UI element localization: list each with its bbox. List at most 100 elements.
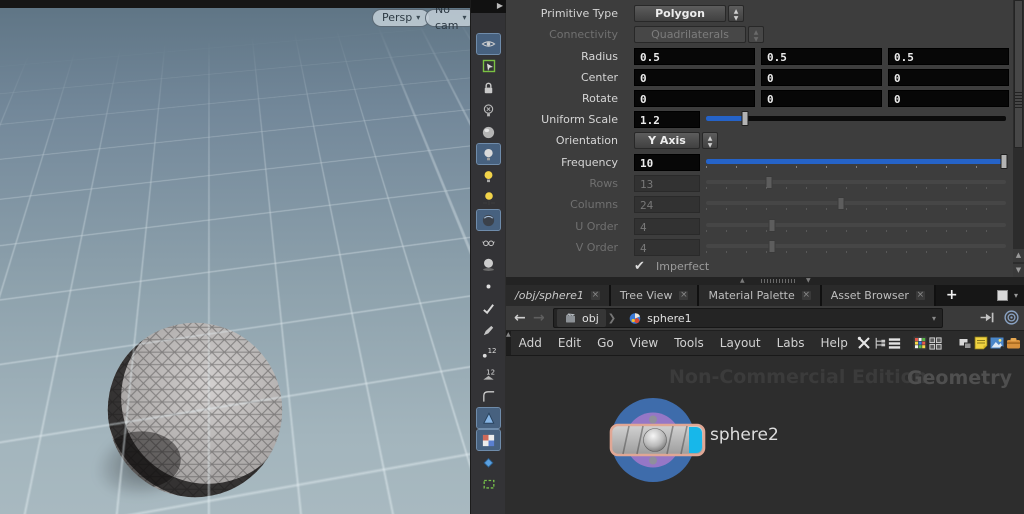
radius-x-field[interactable]: 0.5 bbox=[634, 47, 755, 65]
panels-icon[interactable] bbox=[957, 334, 973, 352]
back-arrow-icon[interactable]: ← bbox=[514, 310, 526, 326]
imperfect-checkbox[interactable]: ✔ bbox=[634, 259, 649, 274]
layout-grid-icon[interactable] bbox=[928, 334, 943, 352]
divider-grip[interactable] bbox=[761, 279, 795, 283]
scrollbar-thumb[interactable] bbox=[1014, 0, 1023, 148]
u-order-slider bbox=[706, 219, 1006, 232]
new-tab-button[interactable]: + bbox=[936, 285, 968, 306]
path-dropdown-icon[interactable]: ▾ bbox=[932, 314, 942, 323]
image-icon[interactable] bbox=[989, 334, 1005, 352]
uniform-scale-slider[interactable] bbox=[706, 111, 1006, 126]
close-icon[interactable]: × bbox=[590, 291, 600, 300]
uniform-scale-field[interactable]: 1.2 bbox=[634, 110, 700, 128]
menu-go[interactable]: Go bbox=[589, 336, 622, 350]
close-icon[interactable]: × bbox=[915, 291, 925, 300]
material-sphere-icon[interactable] bbox=[476, 209, 501, 231]
camera-selector[interactable]: No cam ▾ bbox=[425, 3, 470, 32]
scroll-up-button[interactable]: ▲ bbox=[1013, 249, 1024, 262]
visibility-eye-icon[interactable] bbox=[476, 33, 501, 55]
tab-material-palette[interactable]: Material Palette × bbox=[699, 285, 822, 306]
rotate-x-field[interactable]: 0 bbox=[634, 89, 755, 107]
color-palette-icon[interactable] bbox=[912, 334, 928, 352]
network-path-bar: ← → obj ❯ sphere1 ▾ bbox=[506, 306, 1024, 331]
orientation-dropdown[interactable]: Y Axis bbox=[634, 131, 700, 149]
scroll-down-button[interactable]: ▼ bbox=[1013, 264, 1024, 277]
node-name-label[interactable]: sphere2 bbox=[710, 425, 779, 445]
tab-obj-sphere1[interactable]: /obj/sphere1 × bbox=[506, 285, 611, 306]
close-icon[interactable]: × bbox=[801, 291, 811, 300]
cone-handle-icon[interactable] bbox=[476, 407, 501, 429]
tab-menu-arrow-icon[interactable]: ▾ bbox=[1014, 291, 1018, 300]
scene-viewport[interactable]: Persp ▾ No cam ▾ bbox=[0, 0, 470, 514]
follow-target-icon[interactable] bbox=[1003, 309, 1020, 326]
curve-corner-icon[interactable] bbox=[477, 386, 500, 406]
menu-tools[interactable]: Tools bbox=[666, 336, 712, 350]
radius-y-field[interactable]: 0.5 bbox=[761, 47, 882, 65]
tools-icon[interactable] bbox=[856, 334, 872, 352]
frequency-field[interactable]: 10 bbox=[634, 153, 700, 171]
toolbar-expand-arrow[interactable]: ▶ bbox=[471, 0, 506, 13]
sphere2-node[interactable] bbox=[603, 392, 721, 488]
pane-layout-icon[interactable] bbox=[996, 290, 1008, 301]
pane-divider[interactable]: ▲ ▼ bbox=[506, 277, 1024, 285]
menu-view[interactable]: View bbox=[622, 336, 666, 350]
select-box-icon[interactable] bbox=[477, 56, 500, 76]
sticky-note-icon[interactable] bbox=[973, 334, 989, 352]
connectivity-dropdown: Quadrilaterals bbox=[634, 25, 746, 43]
node-input-dot[interactable] bbox=[649, 415, 657, 424]
headlight-icon[interactable] bbox=[476, 143, 501, 165]
light-move-icon[interactable] bbox=[477, 188, 500, 208]
perspective-selector[interactable]: Persp ▾ bbox=[372, 9, 431, 27]
shadow-sphere-icon[interactable] bbox=[477, 254, 500, 274]
radius-z-field[interactable]: 0.5 bbox=[888, 47, 1009, 65]
path-field[interactable]: obj ❯ sphere1 ▾ bbox=[553, 308, 943, 328]
primitive-numbers-icon[interactable]: 12 bbox=[477, 364, 500, 384]
brush-check-icon[interactable] bbox=[477, 298, 500, 318]
menu-layout[interactable]: Layout bbox=[712, 336, 769, 350]
menu-help[interactable]: Help bbox=[813, 336, 856, 350]
primitive-type-spinner[interactable]: ▲ ▼ bbox=[728, 4, 744, 22]
pin-icon[interactable] bbox=[979, 309, 996, 326]
divider-collapse-down-icon[interactable]: ▼ bbox=[806, 277, 811, 285]
tab-asset-browser[interactable]: Asset Browser × bbox=[821, 285, 936, 306]
parameters-scrollbar[interactable]: ▲ ▼ bbox=[1013, 0, 1024, 277]
group-box-icon[interactable] bbox=[477, 474, 500, 494]
menu-labs[interactable]: Labs bbox=[769, 336, 813, 350]
toolbox-icon[interactable] bbox=[1005, 334, 1022, 352]
center-x-field[interactable]: 0 bbox=[634, 68, 755, 86]
frequency-slider[interactable] bbox=[706, 154, 1008, 169]
point-light-icon[interactable] bbox=[477, 166, 500, 186]
rotate-y-field[interactable]: 0 bbox=[761, 89, 882, 107]
close-icon[interactable]: × bbox=[679, 291, 689, 300]
breadcrumb-sphere1[interactable]: sphere1 bbox=[621, 309, 699, 327]
divider-collapse-up-icon[interactable]: ▲ bbox=[740, 277, 745, 285]
point-numbers-icon[interactable]: 12 bbox=[477, 342, 500, 362]
list-icon[interactable] bbox=[887, 334, 902, 352]
menu-add[interactable]: Add bbox=[511, 336, 550, 350]
points-icon[interactable] bbox=[477, 276, 500, 296]
orientation-spinner[interactable]: ▲ ▼ bbox=[702, 131, 718, 149]
rotate-z-field[interactable]: 0 bbox=[888, 89, 1009, 107]
handle-diamond-icon[interactable] bbox=[477, 452, 500, 472]
slider-ticks bbox=[706, 251, 1006, 253]
breadcrumb-obj[interactable]: obj bbox=[557, 309, 606, 327]
uv-checker-icon[interactable] bbox=[476, 429, 501, 451]
render-sphere-icon[interactable] bbox=[477, 122, 500, 142]
menu-edit[interactable]: Edit bbox=[550, 336, 589, 350]
tree-view-icon[interactable] bbox=[872, 334, 887, 352]
center-y-field[interactable]: 0 bbox=[761, 68, 882, 86]
network-editor[interactable]: Non-Commercial Edition Geometry sphere2 bbox=[506, 356, 1024, 514]
sphere-geometry[interactable] bbox=[106, 321, 284, 499]
forward-arrow-icon[interactable]: → bbox=[533, 310, 545, 326]
tab-tree-view[interactable]: Tree View × bbox=[610, 285, 700, 306]
primitive-type-dropdown[interactable]: Polygon bbox=[634, 4, 726, 22]
node-output-dot[interactable] bbox=[649, 456, 657, 465]
pen-icon[interactable] bbox=[477, 320, 500, 340]
center-z-field[interactable]: 0 bbox=[888, 68, 1009, 86]
slider-ticks bbox=[706, 230, 1006, 232]
node-display-flag[interactable] bbox=[689, 427, 702, 453]
lock-icon[interactable] bbox=[477, 78, 500, 98]
slider-handle[interactable] bbox=[741, 111, 749, 126]
light-disabled-icon[interactable] bbox=[477, 100, 500, 120]
glasses-icon[interactable] bbox=[477, 232, 500, 252]
